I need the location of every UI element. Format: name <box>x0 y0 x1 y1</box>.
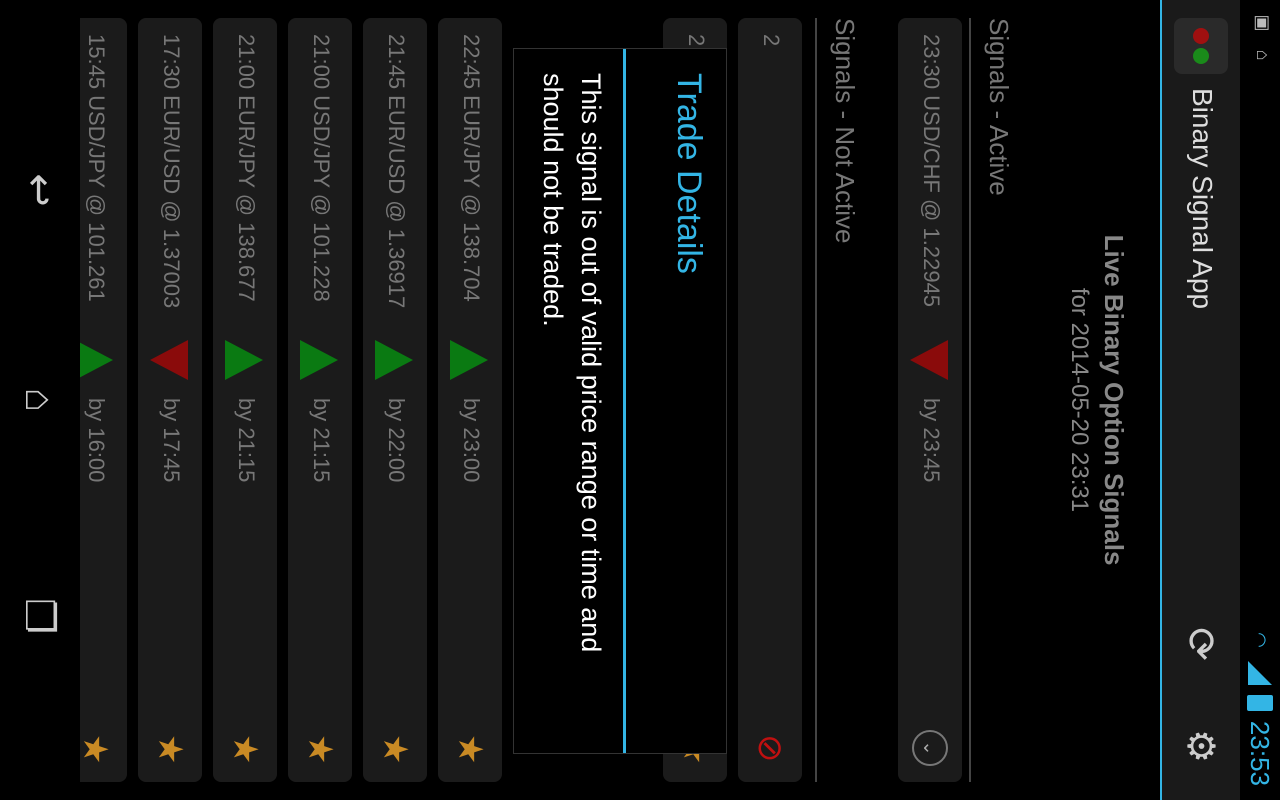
up-arrow-icon <box>450 340 488 380</box>
signal-expiry: by 21:15 <box>234 398 259 483</box>
android-icon: ⌂ <box>1253 49 1273 61</box>
image-icon: ▣ <box>1253 14 1273 32</box>
signal-text: 2 <box>759 34 784 47</box>
star-icon[interactable]: ★ <box>225 734 265 764</box>
expand-chevron-icon[interactable]: ⌄ <box>912 730 948 766</box>
star-icon[interactable]: ★ <box>150 734 190 764</box>
down-arrow-icon <box>150 340 188 380</box>
signal-text: 21:00 USD/JPY @ 101.228 <box>309 34 334 302</box>
page-subtitle: for 2014-05-20 23:31 <box>1066 287 1093 513</box>
up-arrow-icon <box>75 340 113 380</box>
battery-icon <box>1247 694 1273 711</box>
back-icon[interactable]: ↩ <box>16 160 62 220</box>
section-not-active-header: Signals - Not Active <box>815 18 862 782</box>
action-bar: Binary Signal App ⟳ ⚙ <box>1160 0 1240 800</box>
signal-row[interactable]: 21:00 USD/JPY @ 101.228 by 21:15 ★ <box>288 18 352 782</box>
app-screen: ▣ ⌂ ◠ 23:53 Binary Signal App ⟳ ⚙ Live B… <box>0 0 1280 800</box>
page-title: Live Binary Option Signals <box>1099 234 1129 566</box>
navigation-bar: ↩ ⌂ ❐ <box>0 0 80 800</box>
star-icon[interactable]: ★ <box>300 734 340 764</box>
signal-expiry: by 16:00 <box>84 398 109 483</box>
signal-text: 22:45 EUR/JPY @ 138.704 <box>459 34 484 302</box>
up-arrow-icon <box>225 340 263 380</box>
star-icon[interactable]: ★ <box>450 734 490 764</box>
signal-row[interactable]: 21:00 EUR/JPY @ 138.677 by 21:15 ★ <box>213 18 277 782</box>
page-header: Live Binary Option Signals for 2014-05-2… <box>1064 0 1130 800</box>
app-title: Binary Signal App <box>1187 88 1218 310</box>
signal-expiry: by 21:15 <box>309 398 334 483</box>
dialog-title: Trade Details <box>670 73 708 274</box>
traffic-light-app-icon[interactable] <box>1174 18 1228 74</box>
up-arrow-icon <box>375 340 413 380</box>
signal-text: 17:30 EUR/USD @ 1.37003 <box>159 34 184 309</box>
signal-text: 21:00 EUR/JPY @ 138.677 <box>234 34 259 302</box>
signal-text: 15:45 USD/JPY @ 101.261 <box>84 34 109 302</box>
home-icon[interactable]: ⌂ <box>16 370 62 430</box>
wifi-icon: ◠ <box>1250 632 1270 648</box>
signal-text: 23:30 USD/CHF @ 1.22945 <box>919 34 944 308</box>
signal-expiry: by 17:45 <box>159 398 184 483</box>
settings-gear-icon[interactable]: ⚙ <box>1178 724 1222 768</box>
signal-expiry: by 23:00 <box>459 398 484 483</box>
refresh-icon[interactable]: ⟳ <box>1178 622 1222 666</box>
signal-row[interactable]: 2 ⊘ <box>738 18 802 782</box>
status-bar: ▣ ⌂ ◠ 23:53 <box>1240 0 1280 800</box>
star-icon[interactable]: ★ <box>375 734 415 764</box>
recent-apps-icon[interactable]: ❐ <box>16 586 62 646</box>
signal-icon <box>1248 660 1272 685</box>
active-signal-row[interactable]: 23:30 USD/CHF @ 1.22945 by 23:45 ⌄ <box>898 18 962 782</box>
dialog-divider <box>623 49 626 753</box>
dialog-message: This signal is out of valid price range … <box>538 73 606 653</box>
signal-expiry: by 23:45 <box>919 398 944 483</box>
trade-details-dialog[interactable]: Trade Details This signal is out of vali… <box>513 48 727 754</box>
signal-row[interactable]: 21:45 EUR/USD @ 1.36917 by 22:00 ★ <box>363 18 427 782</box>
signal-text: 21:45 EUR/USD @ 1.36917 <box>384 34 409 309</box>
signal-expiry: by 22:00 <box>384 398 409 483</box>
star-icon[interactable]: ★ <box>75 734 115 764</box>
up-arrow-icon <box>300 340 338 380</box>
down-arrow-icon <box>910 340 948 380</box>
signal-row[interactable]: 17:30 EUR/USD @ 1.37003 by 17:45 ★ <box>138 18 202 782</box>
section-active-header: Signals - Active <box>969 18 1016 782</box>
signal-row[interactable]: 22:45 EUR/JPY @ 138.704 by 23:00 ★ <box>438 18 502 782</box>
status-time: 23:53 <box>1245 720 1275 786</box>
blocked-icon: ⊘ <box>751 734 789 763</box>
